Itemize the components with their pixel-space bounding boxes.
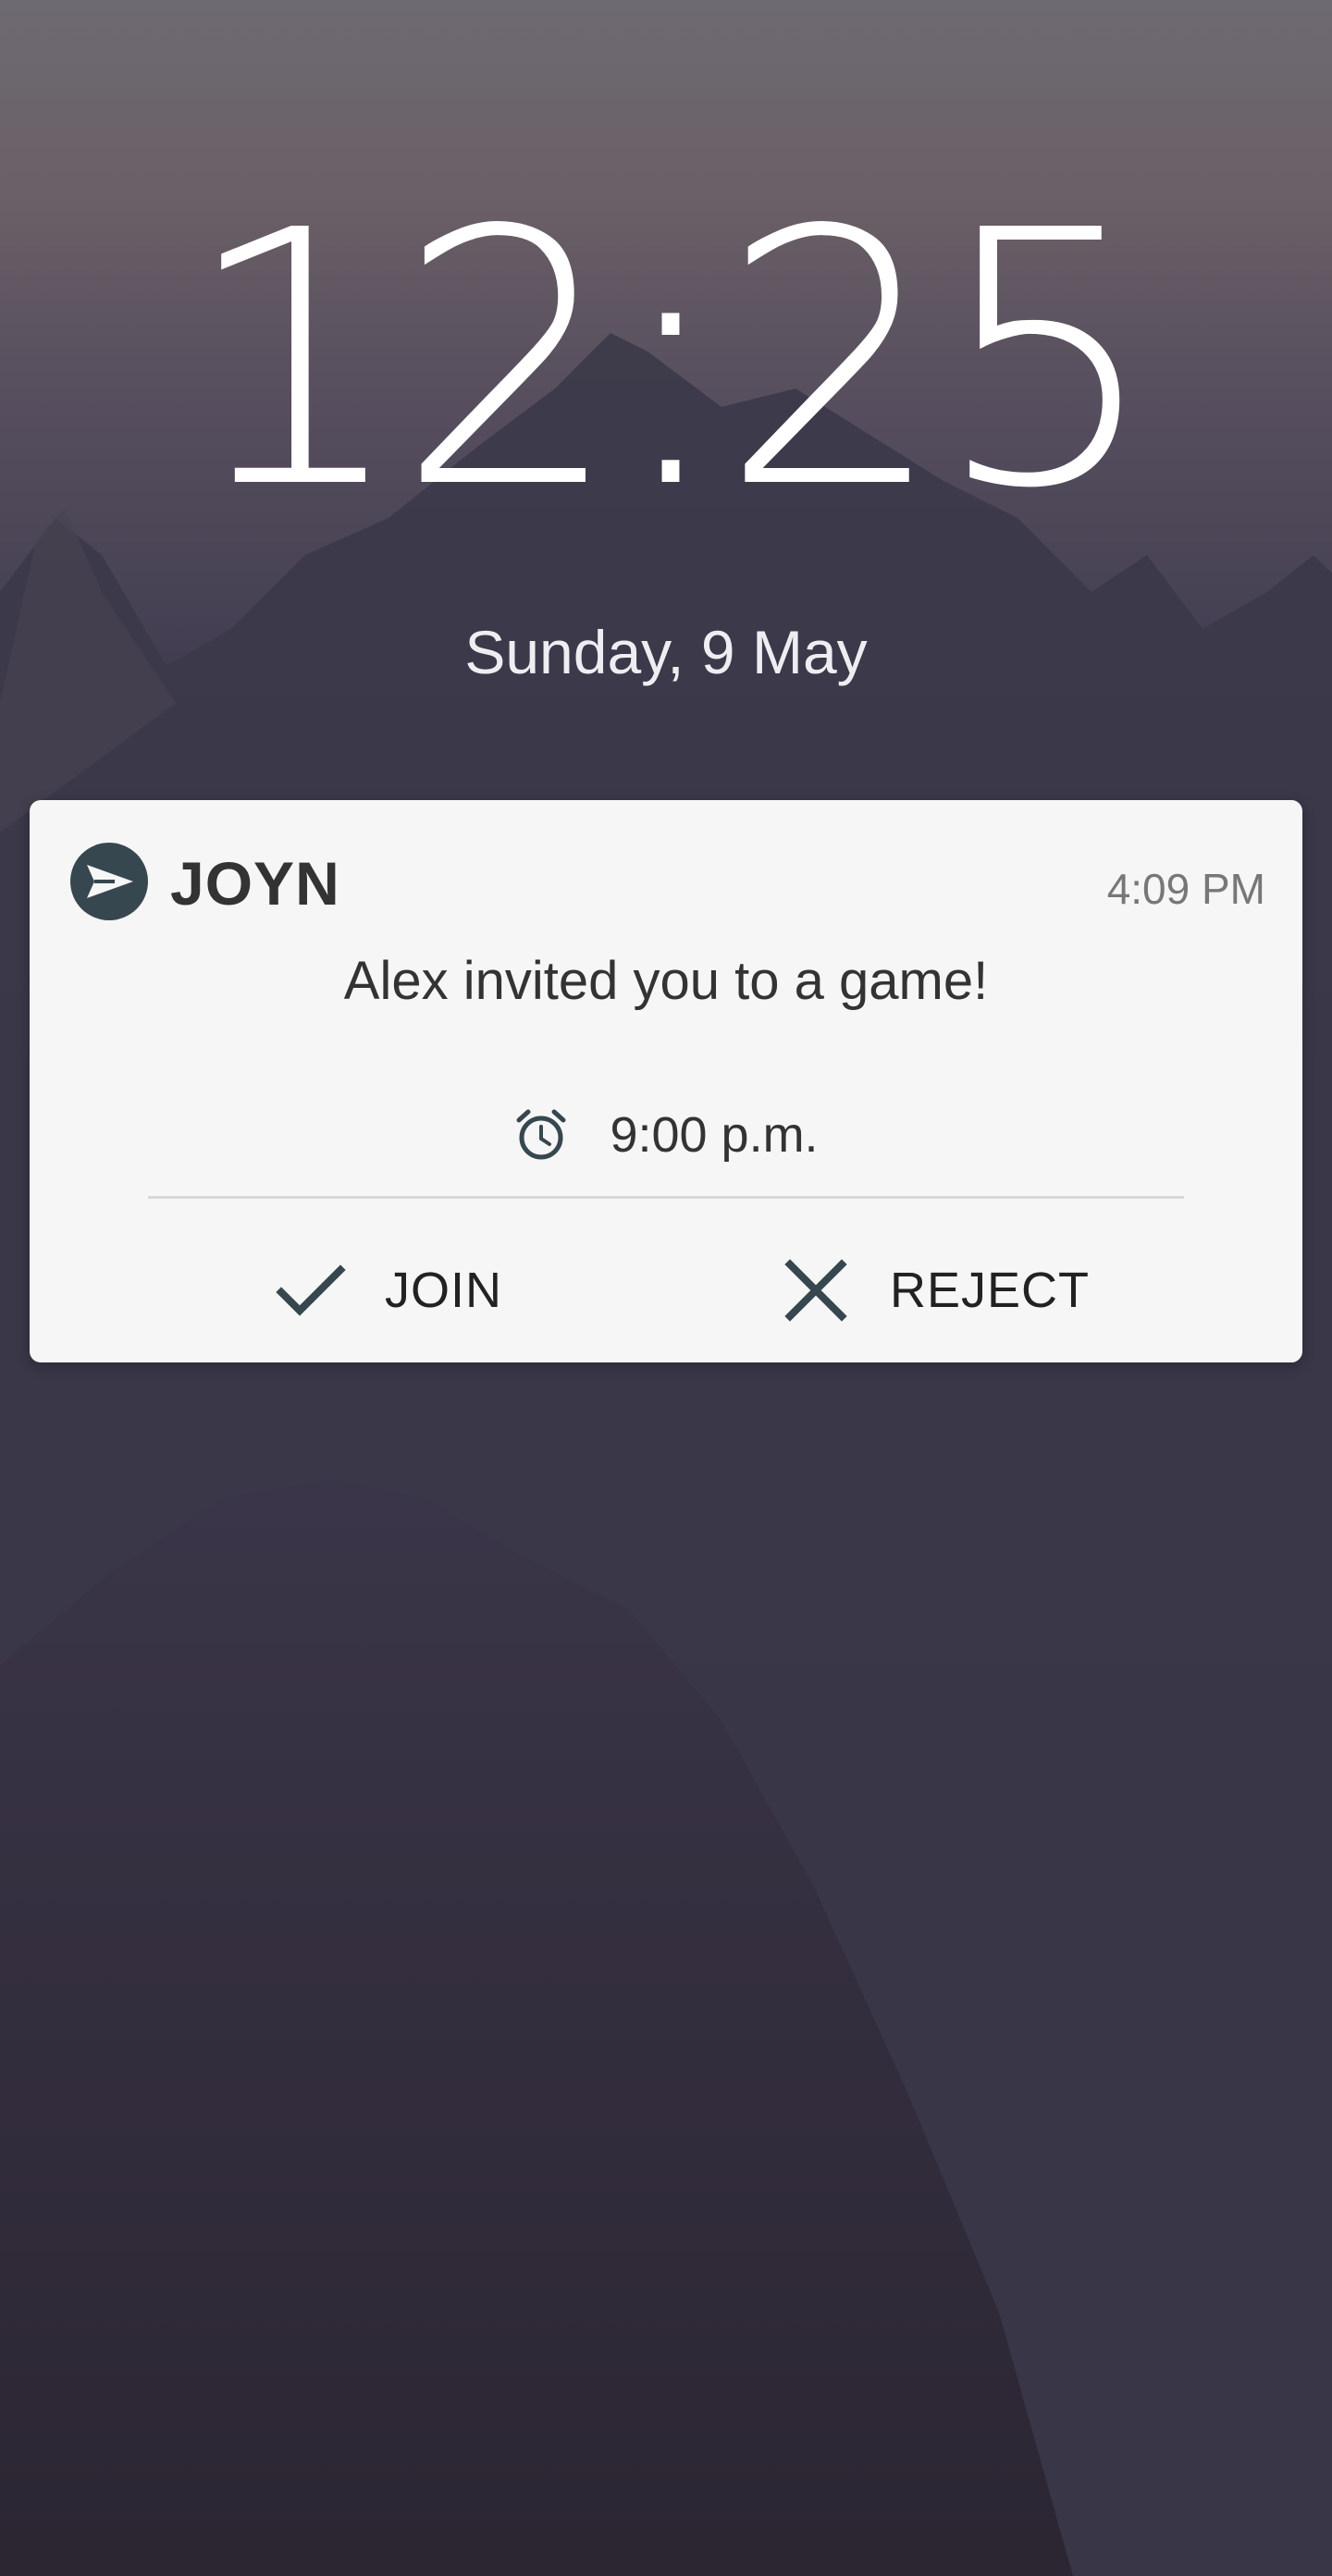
notification-app-name: JOYN [170, 849, 340, 918]
event-time: 9:00 p.m. [610, 1107, 819, 1163]
join-button-label: JOIN [385, 1263, 503, 1318]
reject-button[interactable]: REJECT [779, 1244, 1090, 1337]
event-time-row: 9:00 p.m. [30, 1098, 1302, 1172]
notification-card[interactable]: JOYN 4:09 PM Alex invited you to a game!… [30, 800, 1302, 1362]
checkmark-icon [276, 1264, 346, 1316]
paper-plane-icon [70, 843, 148, 920]
notification-timestamp: 4:09 PM [1106, 865, 1265, 913]
alarm-clock-icon [516, 1109, 566, 1160]
lockscreen-date: Sunday, 9 May [464, 618, 868, 686]
join-button[interactable]: JOIN [274, 1244, 502, 1337]
reject-button-label: REJECT [890, 1263, 1091, 1318]
close-icon [784, 1259, 847, 1322]
divider [148, 1196, 1184, 1199]
lockscreen-clock: 12:25 [182, 155, 1158, 565]
notification-message: Alex invited you to a game! [343, 951, 989, 1011]
